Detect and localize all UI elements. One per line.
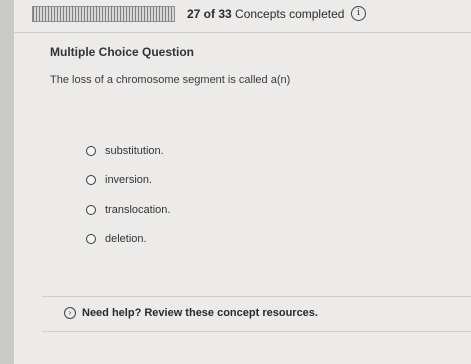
info-icon[interactable]: i — [351, 6, 366, 21]
chevron-circle-icon[interactable]: › — [64, 307, 76, 319]
question-prompt: The loss of a chromosome segment is call… — [50, 74, 291, 86]
progress-status: 27 of 33 Concepts completed — [187, 7, 344, 21]
radio-button[interactable] — [86, 175, 96, 185]
option-translocation[interactable]: translocation. — [86, 202, 170, 218]
progress-label: Concepts completed — [235, 7, 345, 21]
help-link[interactable]: Need help? Review these concept resource… — [82, 307, 318, 319]
help-panel[interactable]: › Need help? Review these concept resour… — [42, 296, 471, 332]
progress-bar — [32, 6, 175, 22]
option-deletion[interactable]: deletion. — [86, 231, 147, 247]
left-edge — [0, 0, 14, 364]
option-inversion[interactable]: inversion. — [86, 172, 152, 188]
radio-button[interactable] — [86, 205, 96, 215]
option-label: inversion. — [105, 174, 153, 186]
radio-button[interactable] — [86, 146, 96, 156]
option-label: deletion. — [105, 233, 147, 245]
option-substitution[interactable]: substitution. — [86, 143, 164, 159]
option-label: substitution. — [105, 145, 164, 157]
option-label: translocation. — [105, 204, 171, 216]
progress-count: 27 of 33 — [187, 7, 232, 21]
question-type: Multiple Choice Question — [50, 45, 195, 59]
radio-button[interactable] — [86, 234, 96, 244]
